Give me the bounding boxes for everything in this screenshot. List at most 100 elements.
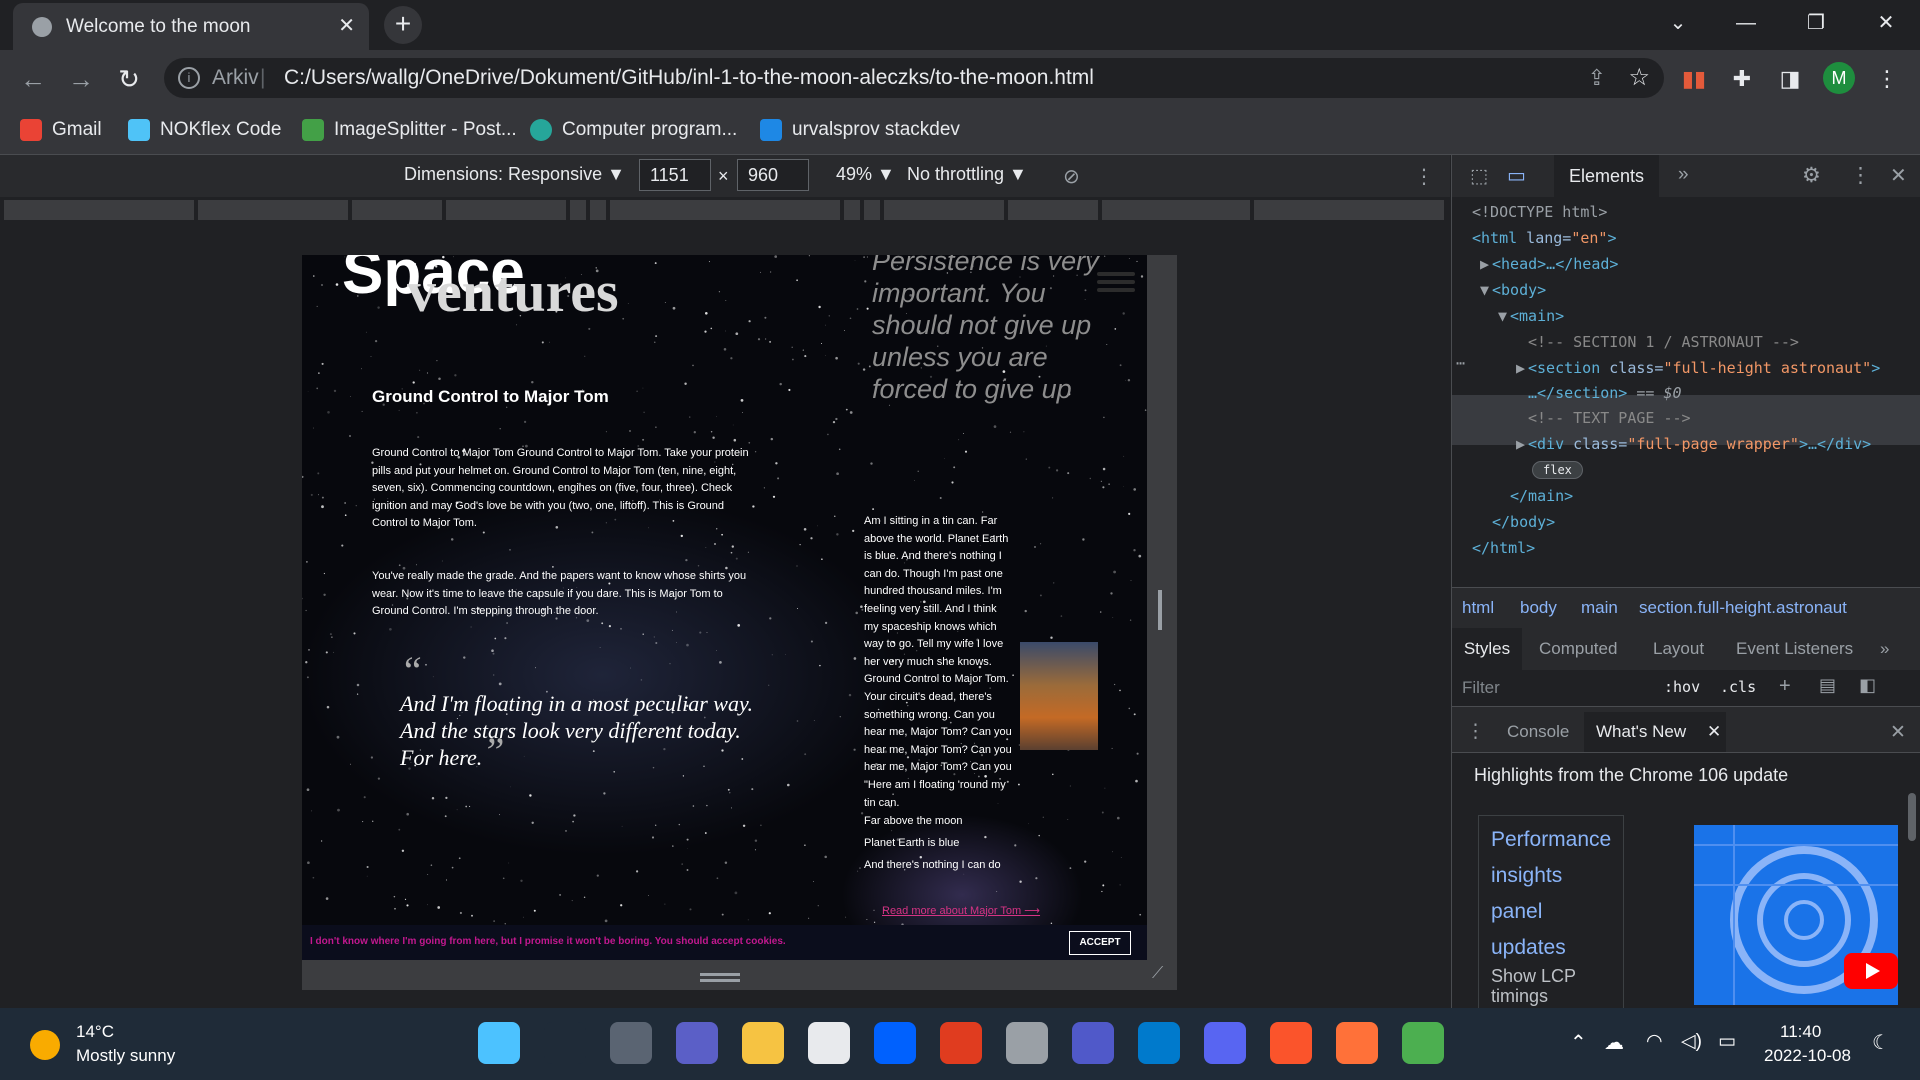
url-text[interactable]: C:/Users/wallg/OneDrive/Dokument/GitHub/… xyxy=(284,66,1094,90)
throttling-dropdown[interactable]: No throttling ▼ xyxy=(907,164,1027,185)
tab-styles[interactable]: Styles xyxy=(1452,628,1522,670)
dimensions-dropdown[interactable]: Dimensions: Responsive ▼ xyxy=(404,164,625,185)
div-node[interactable]: <div class="full-page wrapper">…</div> xyxy=(1528,435,1871,453)
media-query-segment[interactable] xyxy=(844,200,860,220)
breadcrumb-item[interactable]: body xyxy=(1520,598,1557,618)
back-icon[interactable]: ← xyxy=(16,62,50,96)
firefox-icon[interactable] xyxy=(1336,1022,1378,1064)
perf-line[interactable]: panel xyxy=(1491,894,1611,930)
collapse-arrow-icon[interactable]: ▼ xyxy=(1480,281,1489,299)
reload-icon[interactable]: ↻ xyxy=(112,62,146,96)
perf-line[interactable]: Performance xyxy=(1491,822,1611,858)
info-icon[interactable]: i xyxy=(178,67,200,89)
clock-time[interactable]: 11:40 xyxy=(1780,1022,1821,1042)
notification-icon[interactable]: ☾ xyxy=(1872,1030,1890,1055)
flex-badge[interactable]: flex xyxy=(1532,461,1583,479)
minimize-button[interactable]: — xyxy=(1716,8,1776,38)
bookmark-gmail[interactable]: Gmail xyxy=(20,116,102,144)
media-query-segment[interactable] xyxy=(352,200,442,220)
vscode-icon[interactable] xyxy=(1138,1022,1180,1064)
head-node[interactable]: <head>…</head> xyxy=(1492,255,1618,273)
corner-resize-icon[interactable]: ⟋ xyxy=(1152,965,1170,983)
paint-brush-icon[interactable]: ▤ xyxy=(1819,675,1836,696)
task-view-icon[interactable] xyxy=(610,1022,652,1064)
close-drawer-icon[interactable]: ✕ xyxy=(1890,721,1906,744)
height-input[interactable]: 960 xyxy=(737,159,809,191)
media-query-segment[interactable] xyxy=(446,200,566,220)
body-node[interactable]: <body> xyxy=(1492,281,1546,299)
store-icon[interactable] xyxy=(808,1022,850,1064)
bookmark-star-icon[interactable]: ☆ xyxy=(1628,63,1650,92)
more-tabs-icon[interactable]: » xyxy=(1678,164,1689,186)
html-open-line[interactable]: <html lang="en"> xyxy=(1472,229,1617,247)
teams-icon[interactable] xyxy=(1072,1022,1114,1064)
search-icon[interactable] xyxy=(544,1022,586,1064)
collapse-arrow-icon[interactable]: ▼ xyxy=(1498,307,1507,325)
right-resize-handle[interactable] xyxy=(1158,590,1162,630)
weather-text[interactable]: Mostly sunny xyxy=(76,1046,175,1066)
browser-tab[interactable]: Welcome to the moon ✕ xyxy=(13,3,369,50)
side-panel-icon[interactable]: ◨ xyxy=(1773,62,1807,96)
expand-arrow-icon[interactable]: ▶ xyxy=(1516,359,1525,377)
address-bar[interactable]: i Arkiv | C:/Users/wallg/OneDrive/Dokume… xyxy=(164,58,1664,98)
expand-arrow-icon[interactable]: ▶ xyxy=(1516,435,1525,453)
bookmark-nokflex[interactable]: NOKflex Code xyxy=(128,116,281,144)
clock-date[interactable]: 2022-10-08 xyxy=(1764,1046,1851,1066)
close-window-button[interactable]: ✕ xyxy=(1856,8,1916,38)
device-more-icon[interactable]: ⋮ xyxy=(1414,164,1434,189)
volume-icon[interactable]: ◁) xyxy=(1681,1030,1702,1053)
tab-computed[interactable]: Computed xyxy=(1539,639,1617,659)
drawer-menu-icon[interactable]: ⋮ xyxy=(1466,720,1485,743)
comment-node[interactable]: <!-- TEXT PAGE --> xyxy=(1528,409,1691,427)
media-query-segment[interactable] xyxy=(864,200,880,220)
media-query-segment[interactable] xyxy=(1254,200,1444,220)
bottom-resize-handle[interactable] xyxy=(700,973,740,976)
extension-icon[interactable]: ▮▮ xyxy=(1677,62,1711,96)
weather-sun-icon[interactable] xyxy=(30,1030,60,1060)
brave-icon[interactable] xyxy=(1270,1022,1312,1064)
bookmark-imagesplitter[interactable]: ImageSplitter - Post... xyxy=(302,116,517,144)
chat-icon[interactable] xyxy=(676,1022,718,1064)
dropbox-icon[interactable] xyxy=(874,1022,916,1064)
device-toggle-icon[interactable]: ▭ xyxy=(1507,163,1526,188)
perf-line[interactable]: updates xyxy=(1491,930,1611,966)
media-query-bar[interactable] xyxy=(0,197,1450,223)
battery-icon[interactable]: ▭ xyxy=(1718,1030,1736,1053)
media-query-segment[interactable] xyxy=(570,200,586,220)
inspect-icon[interactable]: ⬚ xyxy=(1470,165,1488,188)
media-query-segment[interactable] xyxy=(4,200,194,220)
kebab-menu-icon[interactable]: ⋮ xyxy=(1870,62,1904,96)
file-explorer-icon[interactable] xyxy=(742,1022,784,1064)
media-query-segment[interactable] xyxy=(590,200,606,220)
media-query-segment[interactable] xyxy=(198,200,348,220)
width-input[interactable]: 1151 xyxy=(639,159,711,191)
accept-cookies-button[interactable]: ACCEPT xyxy=(1069,931,1131,955)
onedrive-icon[interactable]: ☁ xyxy=(1604,1030,1624,1055)
media-query-segment[interactable] xyxy=(1008,200,1098,220)
settings-gear-icon[interactable]: ⚙ xyxy=(1802,163,1821,188)
comment-node[interactable]: <!-- SECTION 1 / ASTRONAUT --> xyxy=(1528,333,1799,351)
media-query-segment[interactable] xyxy=(1102,200,1250,220)
video-thumbnail[interactable] xyxy=(1694,825,1898,1005)
close-tab-icon[interactable]: ✕ xyxy=(1707,722,1721,742)
tab-search-icon[interactable]: ⌄ xyxy=(1648,8,1708,38)
start-icon[interactable] xyxy=(478,1022,520,1064)
expand-arrow-icon[interactable]: ▶ xyxy=(1480,255,1489,273)
class-toggle[interactable]: .cls xyxy=(1720,678,1756,696)
hover-state-toggle[interactable]: :hov xyxy=(1664,678,1700,696)
breadcrumb-item[interactable]: html xyxy=(1462,598,1494,618)
wifi-icon[interactable]: ◠ xyxy=(1646,1030,1663,1053)
tab-whats-new[interactable]: What's New xyxy=(1584,712,1726,752)
hamburger-menu-icon[interactable] xyxy=(1097,272,1135,292)
temperature[interactable]: 14°C xyxy=(76,1022,114,1042)
restore-button[interactable]: ❐ xyxy=(1786,8,1846,38)
section-node[interactable]: <section class="full-height astronaut"> xyxy=(1528,359,1880,377)
tab-layout[interactable]: Layout xyxy=(1653,639,1704,659)
settings-icon[interactable] xyxy=(1006,1022,1048,1064)
bookmark-urvalsprov[interactable]: urvalsprov stackdev xyxy=(760,116,960,144)
chrome-icon[interactable] xyxy=(1402,1022,1444,1064)
devtools-more-icon[interactable]: ⋮ xyxy=(1850,163,1871,188)
tab-close-icon[interactable]: ✕ xyxy=(338,13,355,38)
close-devtools-icon[interactable]: ✕ xyxy=(1890,163,1907,188)
more-subtabs-icon[interactable]: » xyxy=(1880,639,1889,659)
